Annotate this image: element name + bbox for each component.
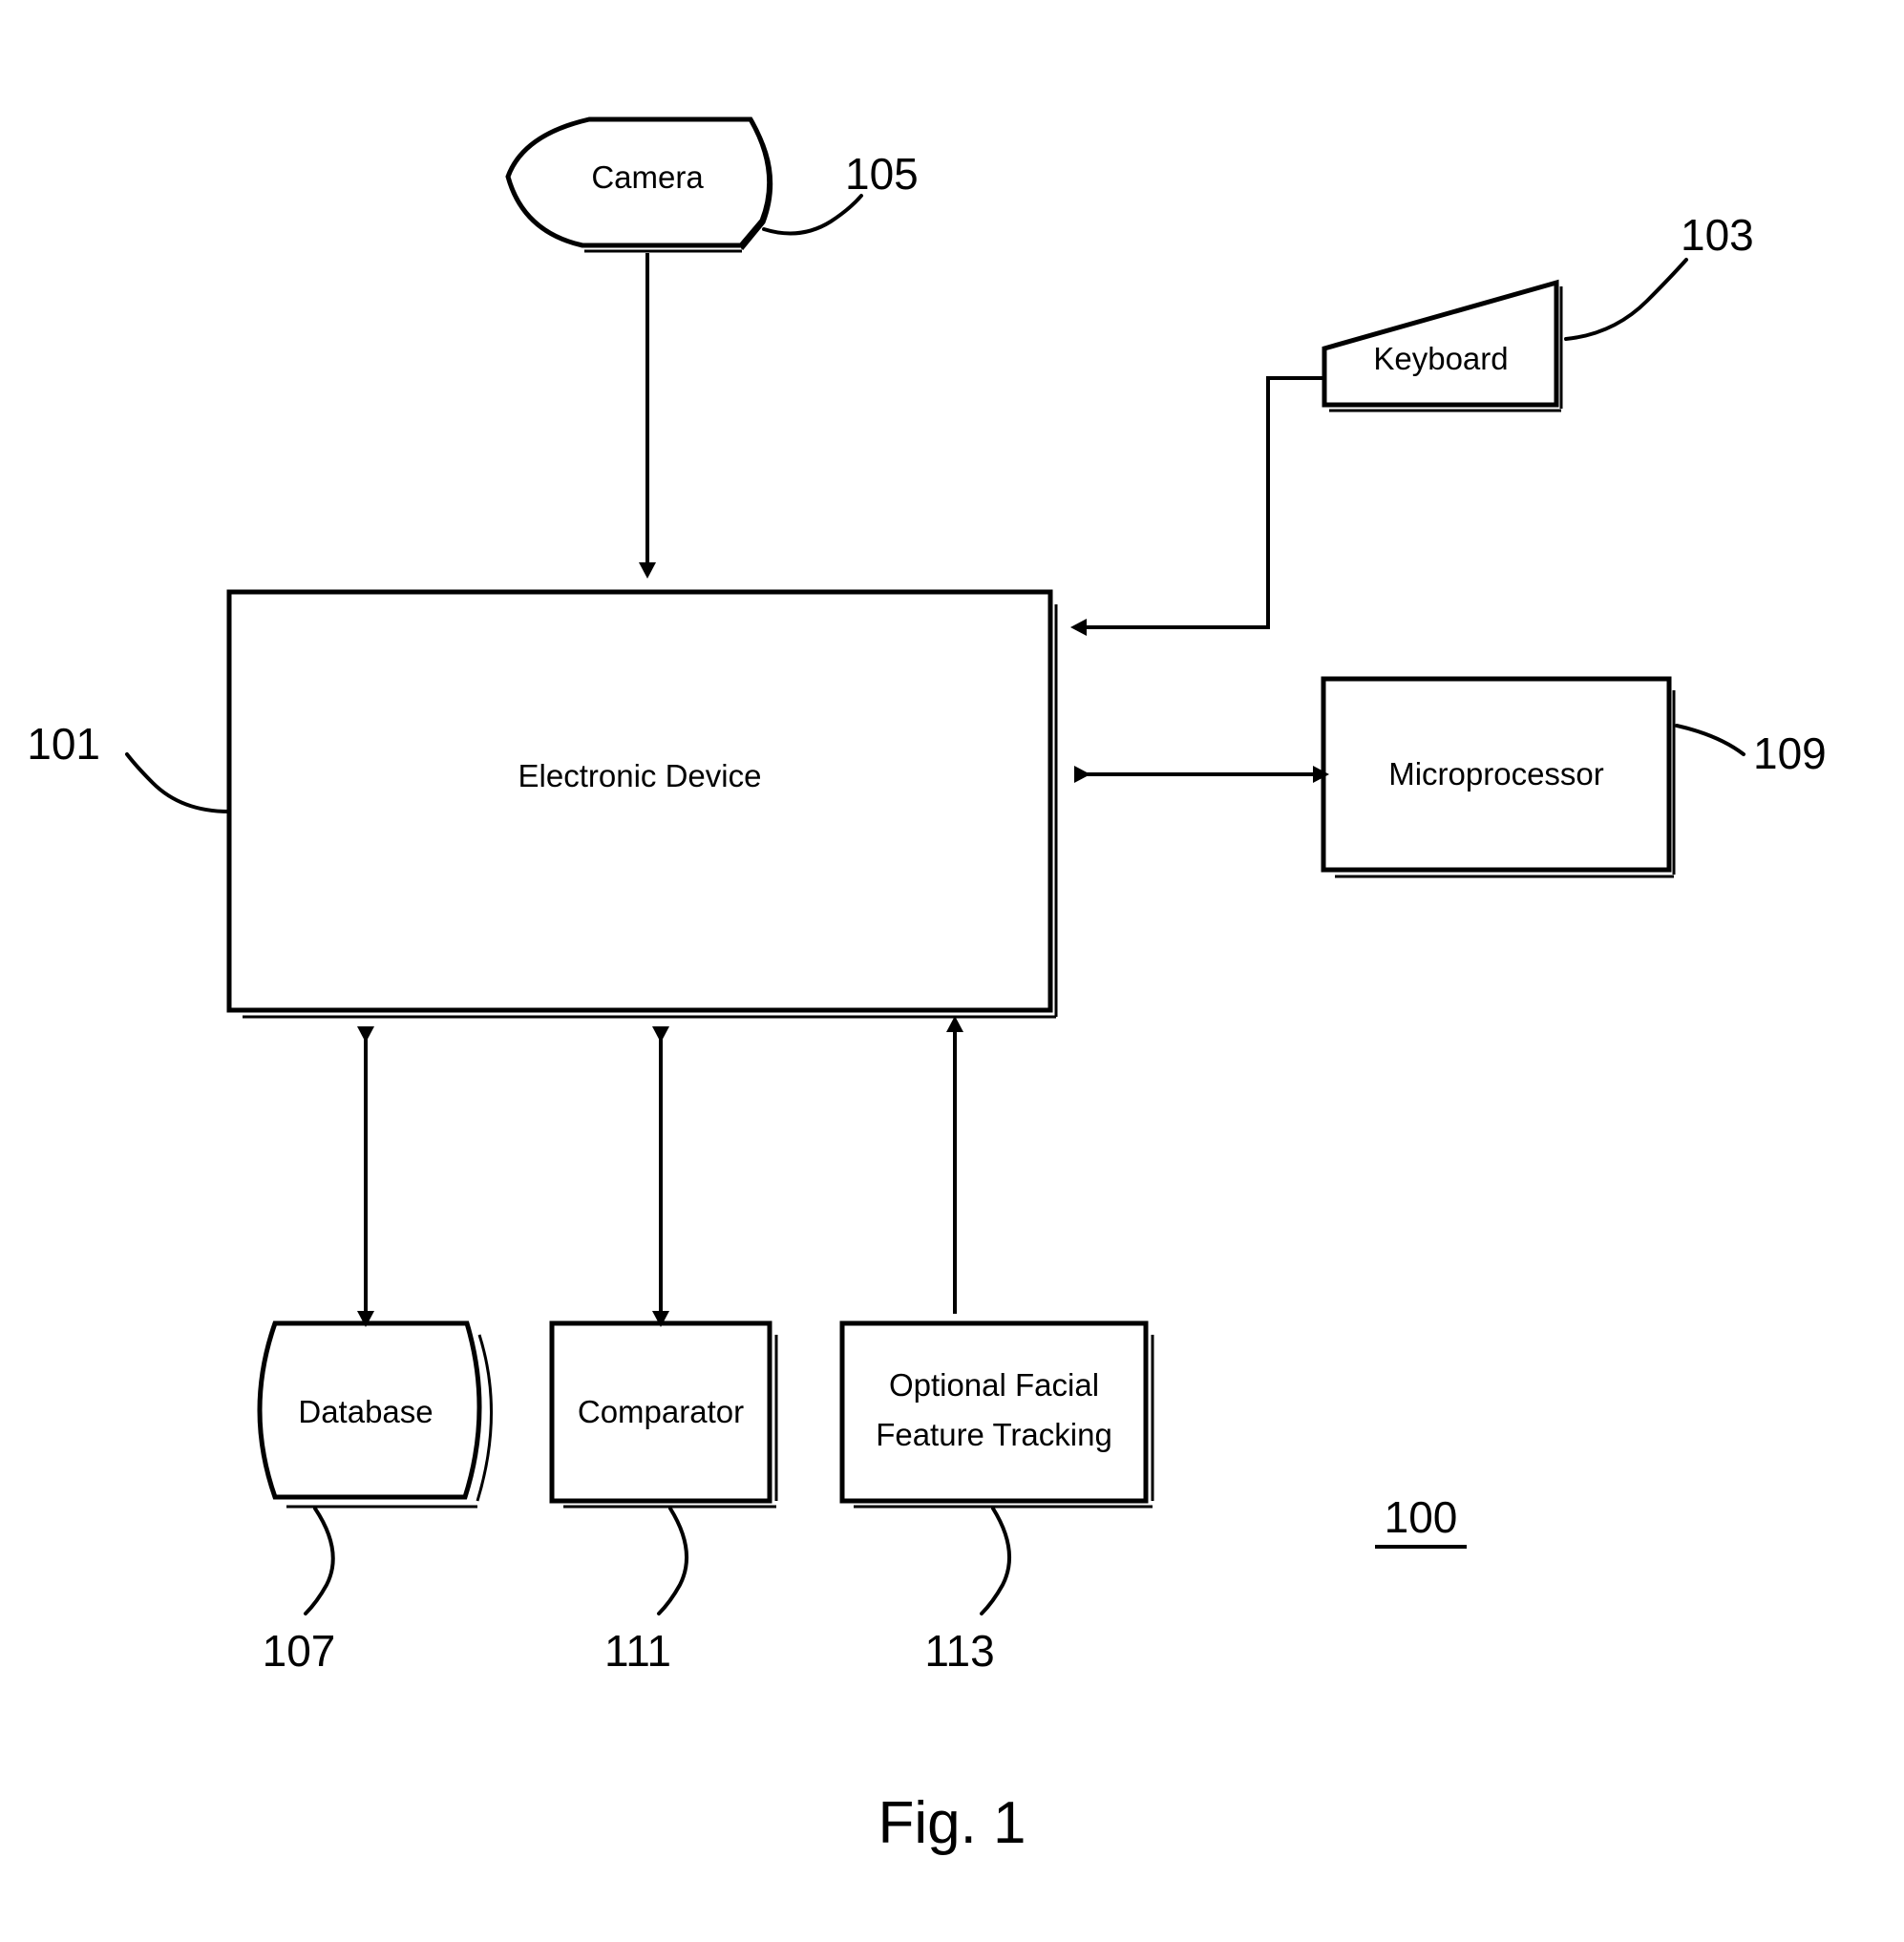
ref-number-103: 103 [1681, 210, 1754, 260]
connector-keyboard-to-device [1070, 376, 1324, 636]
facial-tracking-label-line2: Feature Tracking [876, 1417, 1112, 1452]
node-database: Database [257, 1320, 493, 1509]
ref-number-113: 113 [924, 1626, 994, 1676]
facial-tracking-shape [839, 1320, 1149, 1504]
leader-103 [1564, 258, 1688, 341]
leader-113 [980, 1507, 1012, 1615]
camera-label: Camera [591, 159, 704, 195]
leader-107 [304, 1507, 335, 1615]
diagram-canvas: Camera 105 Keyboard 103 Electronic Devic… [27, 116, 1827, 1856]
figure-caption: Fig. 1 [878, 1790, 1026, 1856]
node-facial-tracking: Optional Facial Feature Tracking [839, 1320, 1154, 1509]
comparator-label: Comparator [578, 1394, 744, 1429]
leader-109 [1675, 724, 1745, 756]
database-label: Database [298, 1394, 433, 1429]
facial-tracking-label-line1: Optional Facial [889, 1367, 1099, 1403]
leader-111 [657, 1507, 689, 1615]
ref-number-107: 107 [263, 1626, 336, 1676]
ref-number-111: 111 [604, 1626, 671, 1676]
node-camera: Camera [505, 116, 773, 253]
electronic-device-shape [226, 589, 1053, 1013]
patent-figure: Camera 105 Keyboard 103 Electronic Devic… [0, 0, 1904, 1942]
node-electronic-device: Electronic Device [226, 589, 1058, 1019]
node-keyboard: Keyboard [1322, 279, 1563, 412]
microprocessor-label: Microprocessor [1388, 756, 1604, 792]
ref-number-101: 101 [27, 719, 100, 769]
keyboard-label: Keyboard [1373, 341, 1508, 376]
leader-101 [125, 752, 231, 813]
leader-105 [762, 194, 863, 236]
ref-number-109: 109 [1753, 728, 1827, 778]
electronic-device-label: Electronic Device [518, 758, 762, 793]
ref-number-105: 105 [845, 149, 919, 199]
node-microprocessor: Microprocessor [1321, 676, 1676, 878]
system-reference-number: 100 [1385, 1492, 1458, 1542]
node-comparator: Comparator [549, 1320, 778, 1509]
